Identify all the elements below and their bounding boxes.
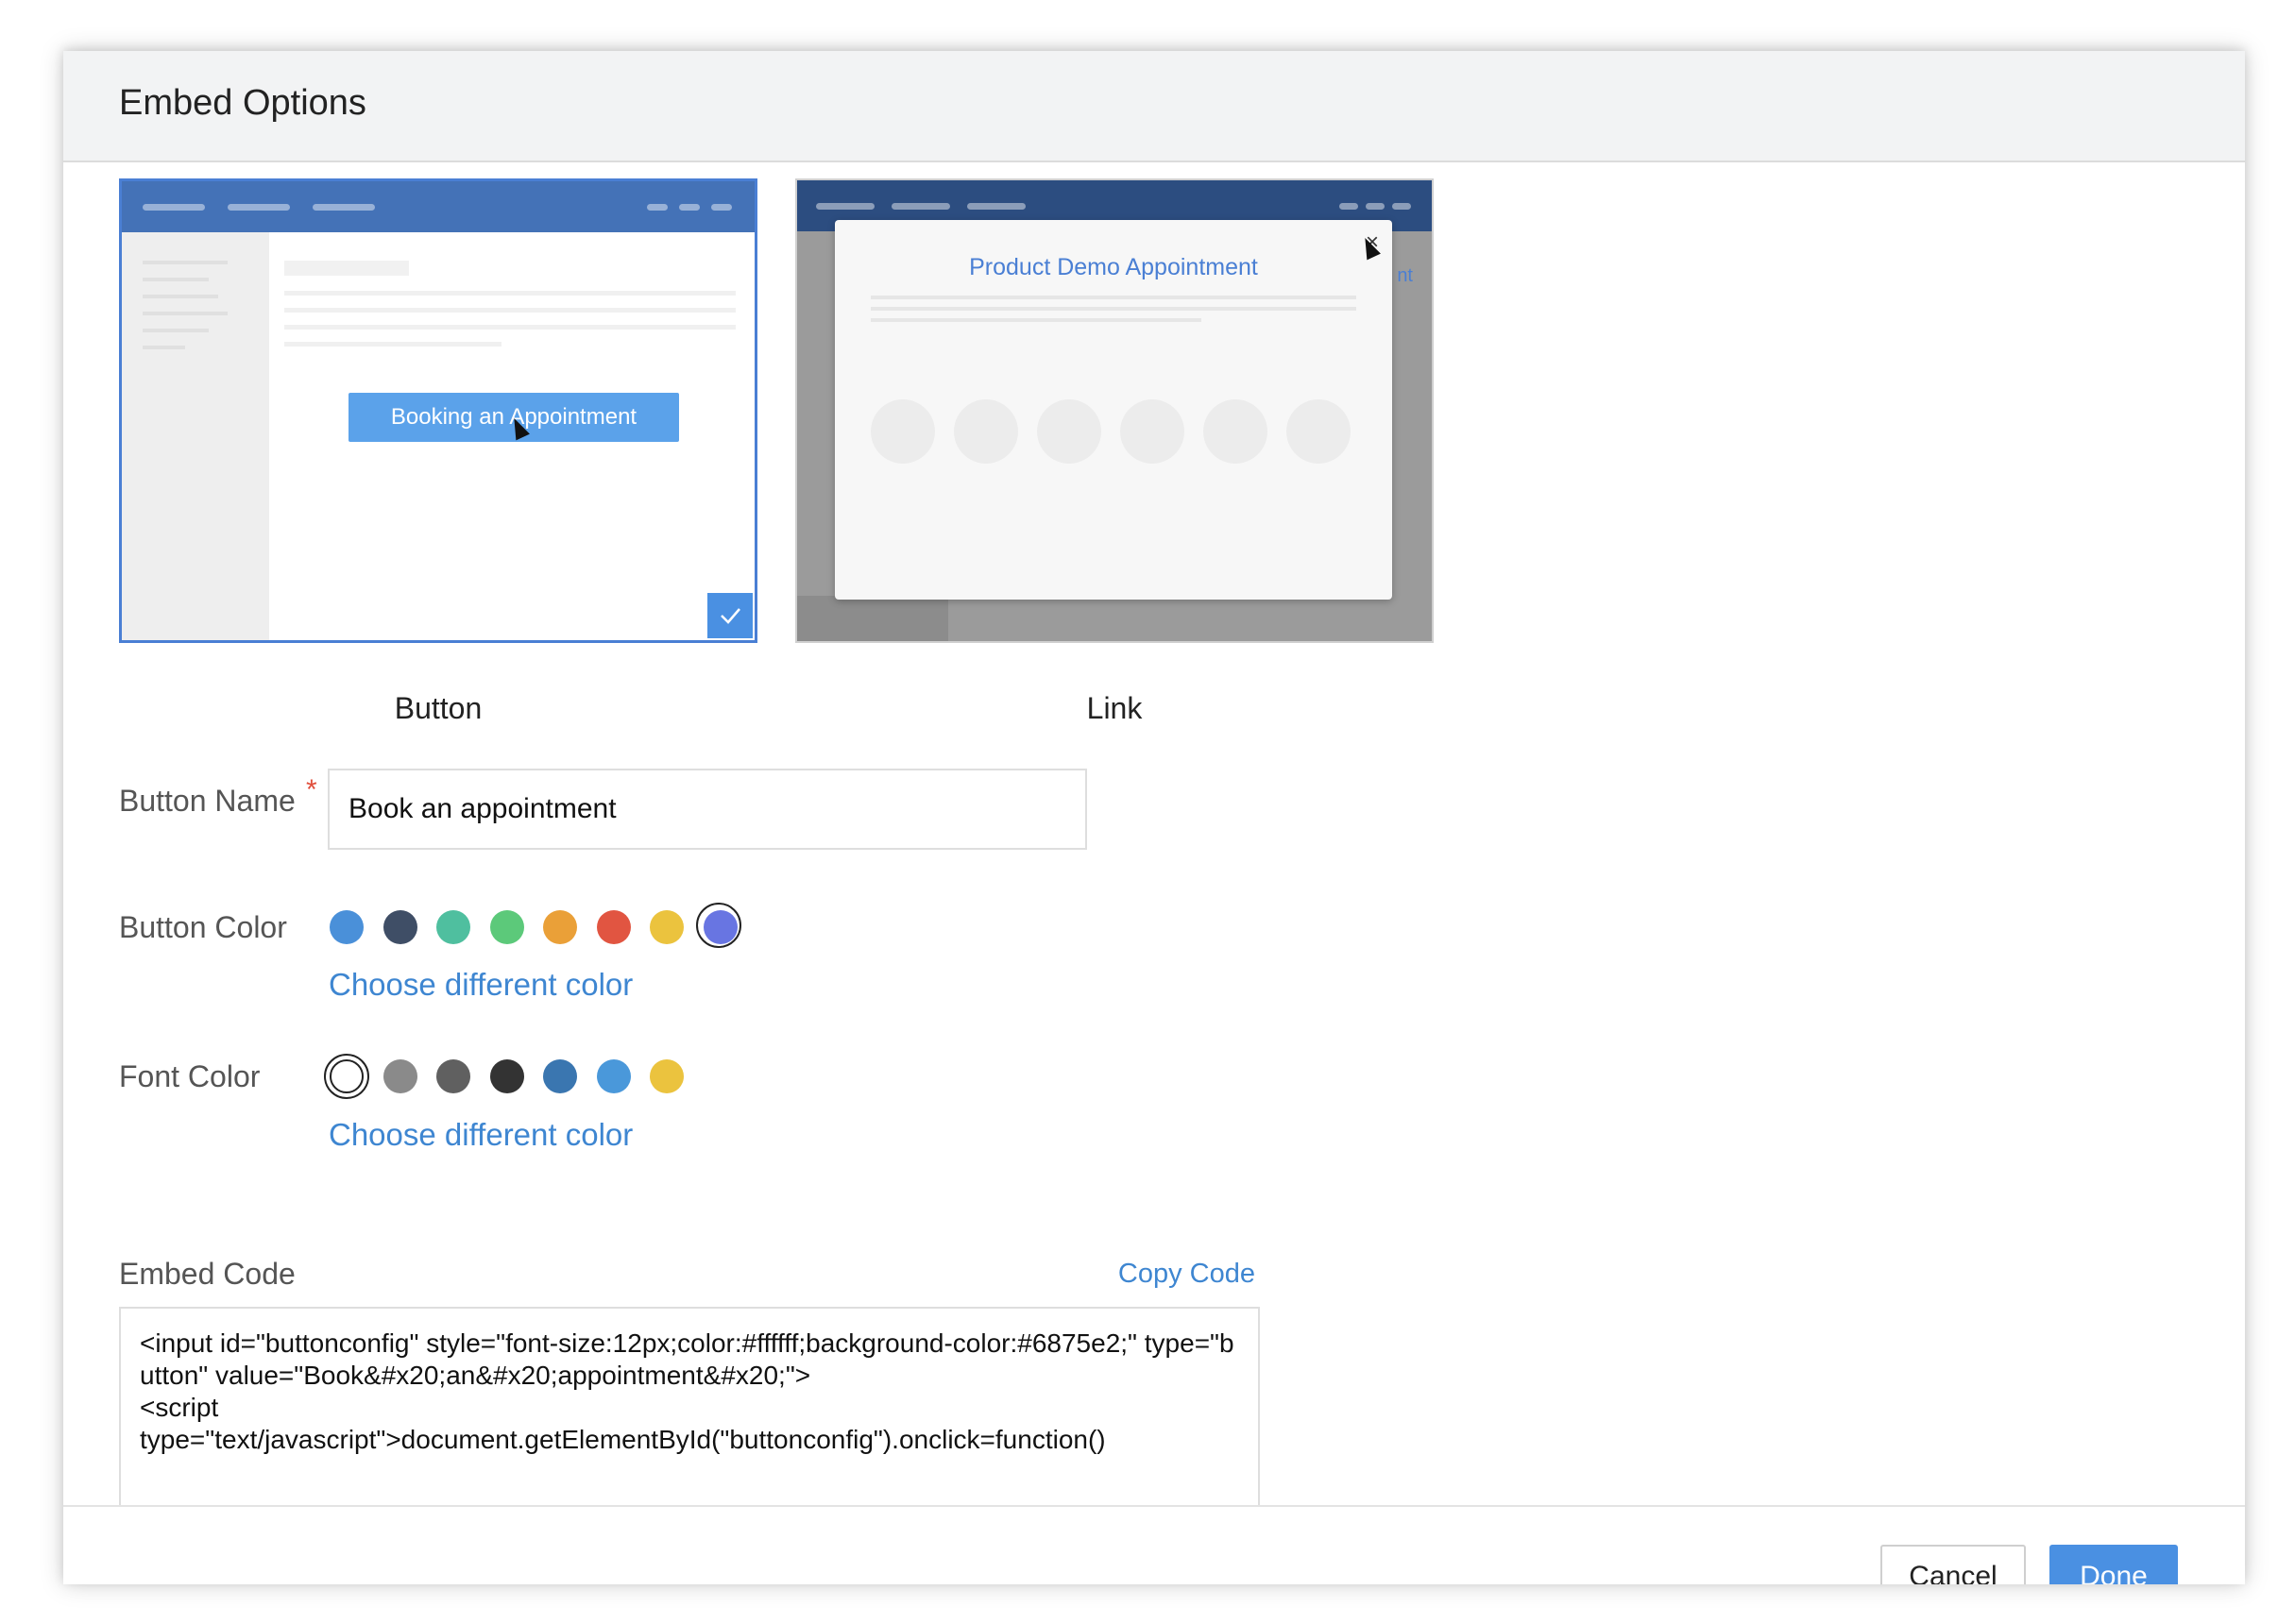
selected-check-icon <box>707 593 753 638</box>
button-name-input[interactable]: Book an appointment <box>328 769 1087 850</box>
modal-body: Booking an Appointment nt Product Demo A… <box>63 162 2245 1505</box>
cancel-button[interactable]: Cancel <box>1880 1545 2026 1584</box>
font-color-swatch[interactable] <box>436 1059 470 1093</box>
embed-code-textarea[interactable]: <input id="buttonconfig" style="font-siz… <box>119 1307 1260 1505</box>
button-color-swatch[interactable] <box>543 910 577 944</box>
button-color-swatch[interactable] <box>382 910 417 944</box>
button-style-option[interactable]: Booking an Appointment <box>119 178 757 643</box>
copy-code-link[interactable]: Copy Code <box>1118 1259 1255 1290</box>
button-color-swatch[interactable] <box>330 910 364 944</box>
button-color-label: Button Color <box>119 910 287 944</box>
font-color-swatch[interactable] <box>382 1059 417 1093</box>
done-button[interactable]: Done <box>2049 1545 2178 1584</box>
button-color-swatch[interactable] <box>596 910 631 944</box>
modal-title: Embed Options <box>119 83 366 123</box>
font-color-swatch[interactable] <box>543 1059 577 1093</box>
preview-sidebar <box>122 232 269 640</box>
embed-options-modal: Embed Options Booking an Appointment nt … <box>63 51 2245 1584</box>
background-partial-text: nt <box>1397 265 1413 286</box>
button-color-swatch[interactable] <box>436 910 470 944</box>
modal-header: Embed Options <box>63 51 2245 162</box>
preview-nav-bar <box>122 181 755 232</box>
button-option-caption: Button <box>394 691 483 725</box>
font-color-swatch[interactable] <box>324 1054 369 1099</box>
popup-title: Product Demo Appointment <box>969 254 1258 280</box>
button-color-swatch[interactable] <box>489 910 524 944</box>
embed-code-label: Embed Code <box>119 1257 296 1291</box>
font-color-swatch[interactable] <box>489 1059 524 1093</box>
font-color-label: Font Color <box>119 1059 261 1093</box>
preview-popup: Product Demo Appointment × <box>835 220 1392 600</box>
font-color-swatch[interactable] <box>596 1059 631 1093</box>
link-style-option[interactable]: nt Product Demo Appointment × <box>795 178 1434 643</box>
button-color-swatch[interactable] <box>650 910 684 944</box>
button-color-swatch[interactable] <box>695 903 741 948</box>
font-choose-color-link[interactable]: Choose different color <box>329 1117 633 1153</box>
button-name-label: Button Name * <box>119 774 317 818</box>
required-marker: * <box>306 774 317 805</box>
font-color-swatch[interactable] <box>650 1059 684 1093</box>
modal-footer: Cancel Done <box>63 1505 2245 1584</box>
link-option-caption: Link <box>1086 691 1143 725</box>
button-choose-color-link[interactable]: Choose different color <box>329 967 633 1003</box>
